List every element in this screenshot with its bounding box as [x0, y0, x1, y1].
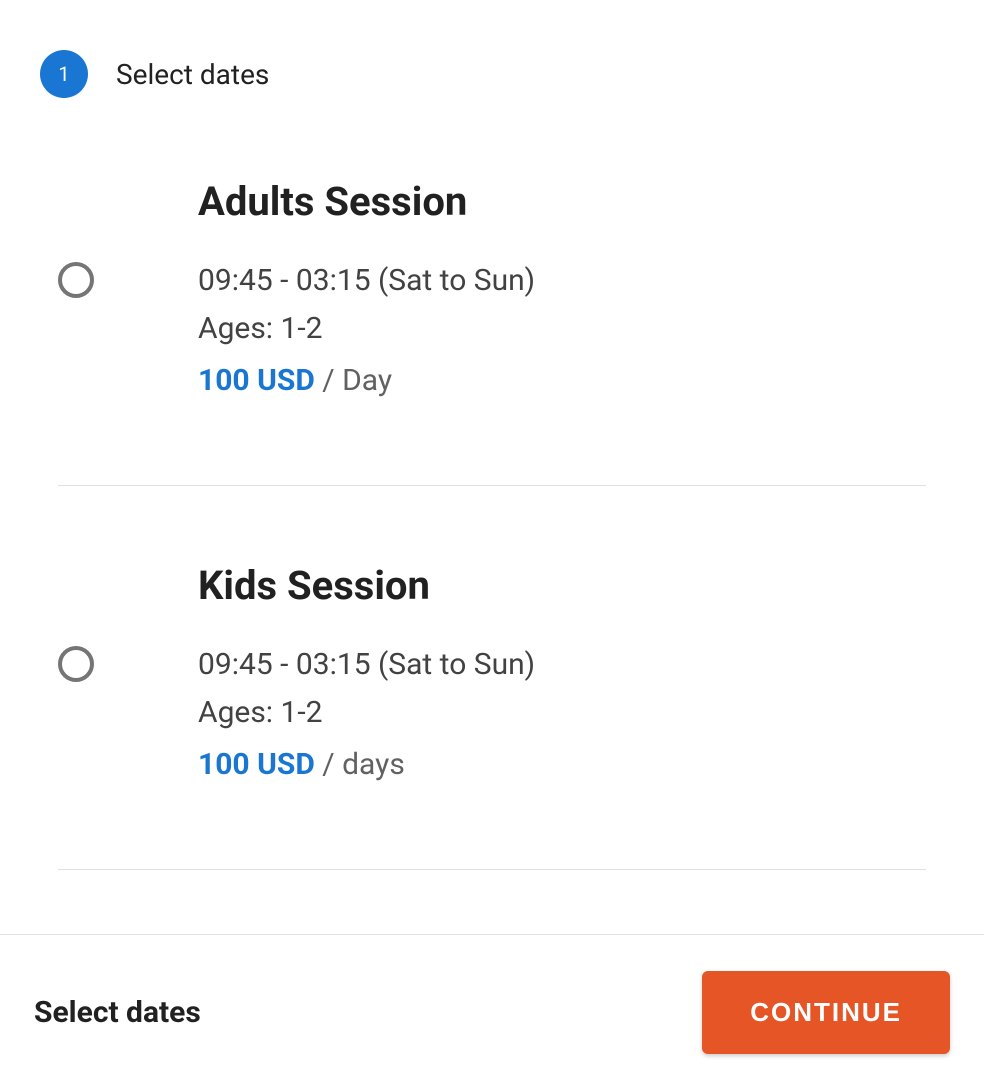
- step-number: 1: [58, 62, 69, 86]
- sessions-list: Adults Session 09:45 - 03:15 (Sat to Sun…: [0, 178, 984, 870]
- radio-wrap: [58, 178, 198, 298]
- session-ages: Ages: 1-2: [198, 305, 926, 353]
- radio-unchecked-icon[interactable]: [58, 262, 94, 298]
- radio-wrap: [58, 562, 198, 682]
- session-price-line: 100 USD / days: [198, 741, 926, 789]
- session-price-unit: / days: [315, 747, 405, 782]
- session-option-kids[interactable]: Kids Session 09:45 - 03:15 (Sat to Sun) …: [58, 562, 926, 870]
- session-details: Kids Session 09:45 - 03:15 (Sat to Sun) …: [198, 562, 926, 789]
- session-price-line: 100 USD / Day: [198, 357, 926, 405]
- step-title: Select dates: [116, 58, 269, 91]
- session-price: 100 USD: [198, 363, 315, 398]
- session-title: Adults Session: [198, 178, 926, 225]
- session-time: 09:45 - 03:15 (Sat to Sun): [198, 257, 926, 305]
- session-price-unit: / Day: [315, 363, 392, 398]
- session-price: 100 USD: [198, 747, 315, 782]
- session-time: 09:45 - 03:15 (Sat to Sun): [198, 641, 926, 689]
- session-option-adults[interactable]: Adults Session 09:45 - 03:15 (Sat to Sun…: [58, 178, 926, 486]
- session-ages: Ages: 1-2: [198, 689, 926, 737]
- session-title: Kids Session: [198, 562, 926, 609]
- radio-unchecked-icon[interactable]: [58, 646, 94, 682]
- step-header: 1 Select dates: [0, 0, 984, 98]
- step-number-badge: 1: [40, 50, 88, 98]
- continue-button[interactable]: CONTINUE: [702, 971, 950, 1054]
- session-details: Adults Session 09:45 - 03:15 (Sat to Sun…: [198, 178, 926, 405]
- bottom-bar-label: Select dates: [34, 995, 201, 1030]
- bottom-bar: Select dates CONTINUE: [0, 934, 984, 1090]
